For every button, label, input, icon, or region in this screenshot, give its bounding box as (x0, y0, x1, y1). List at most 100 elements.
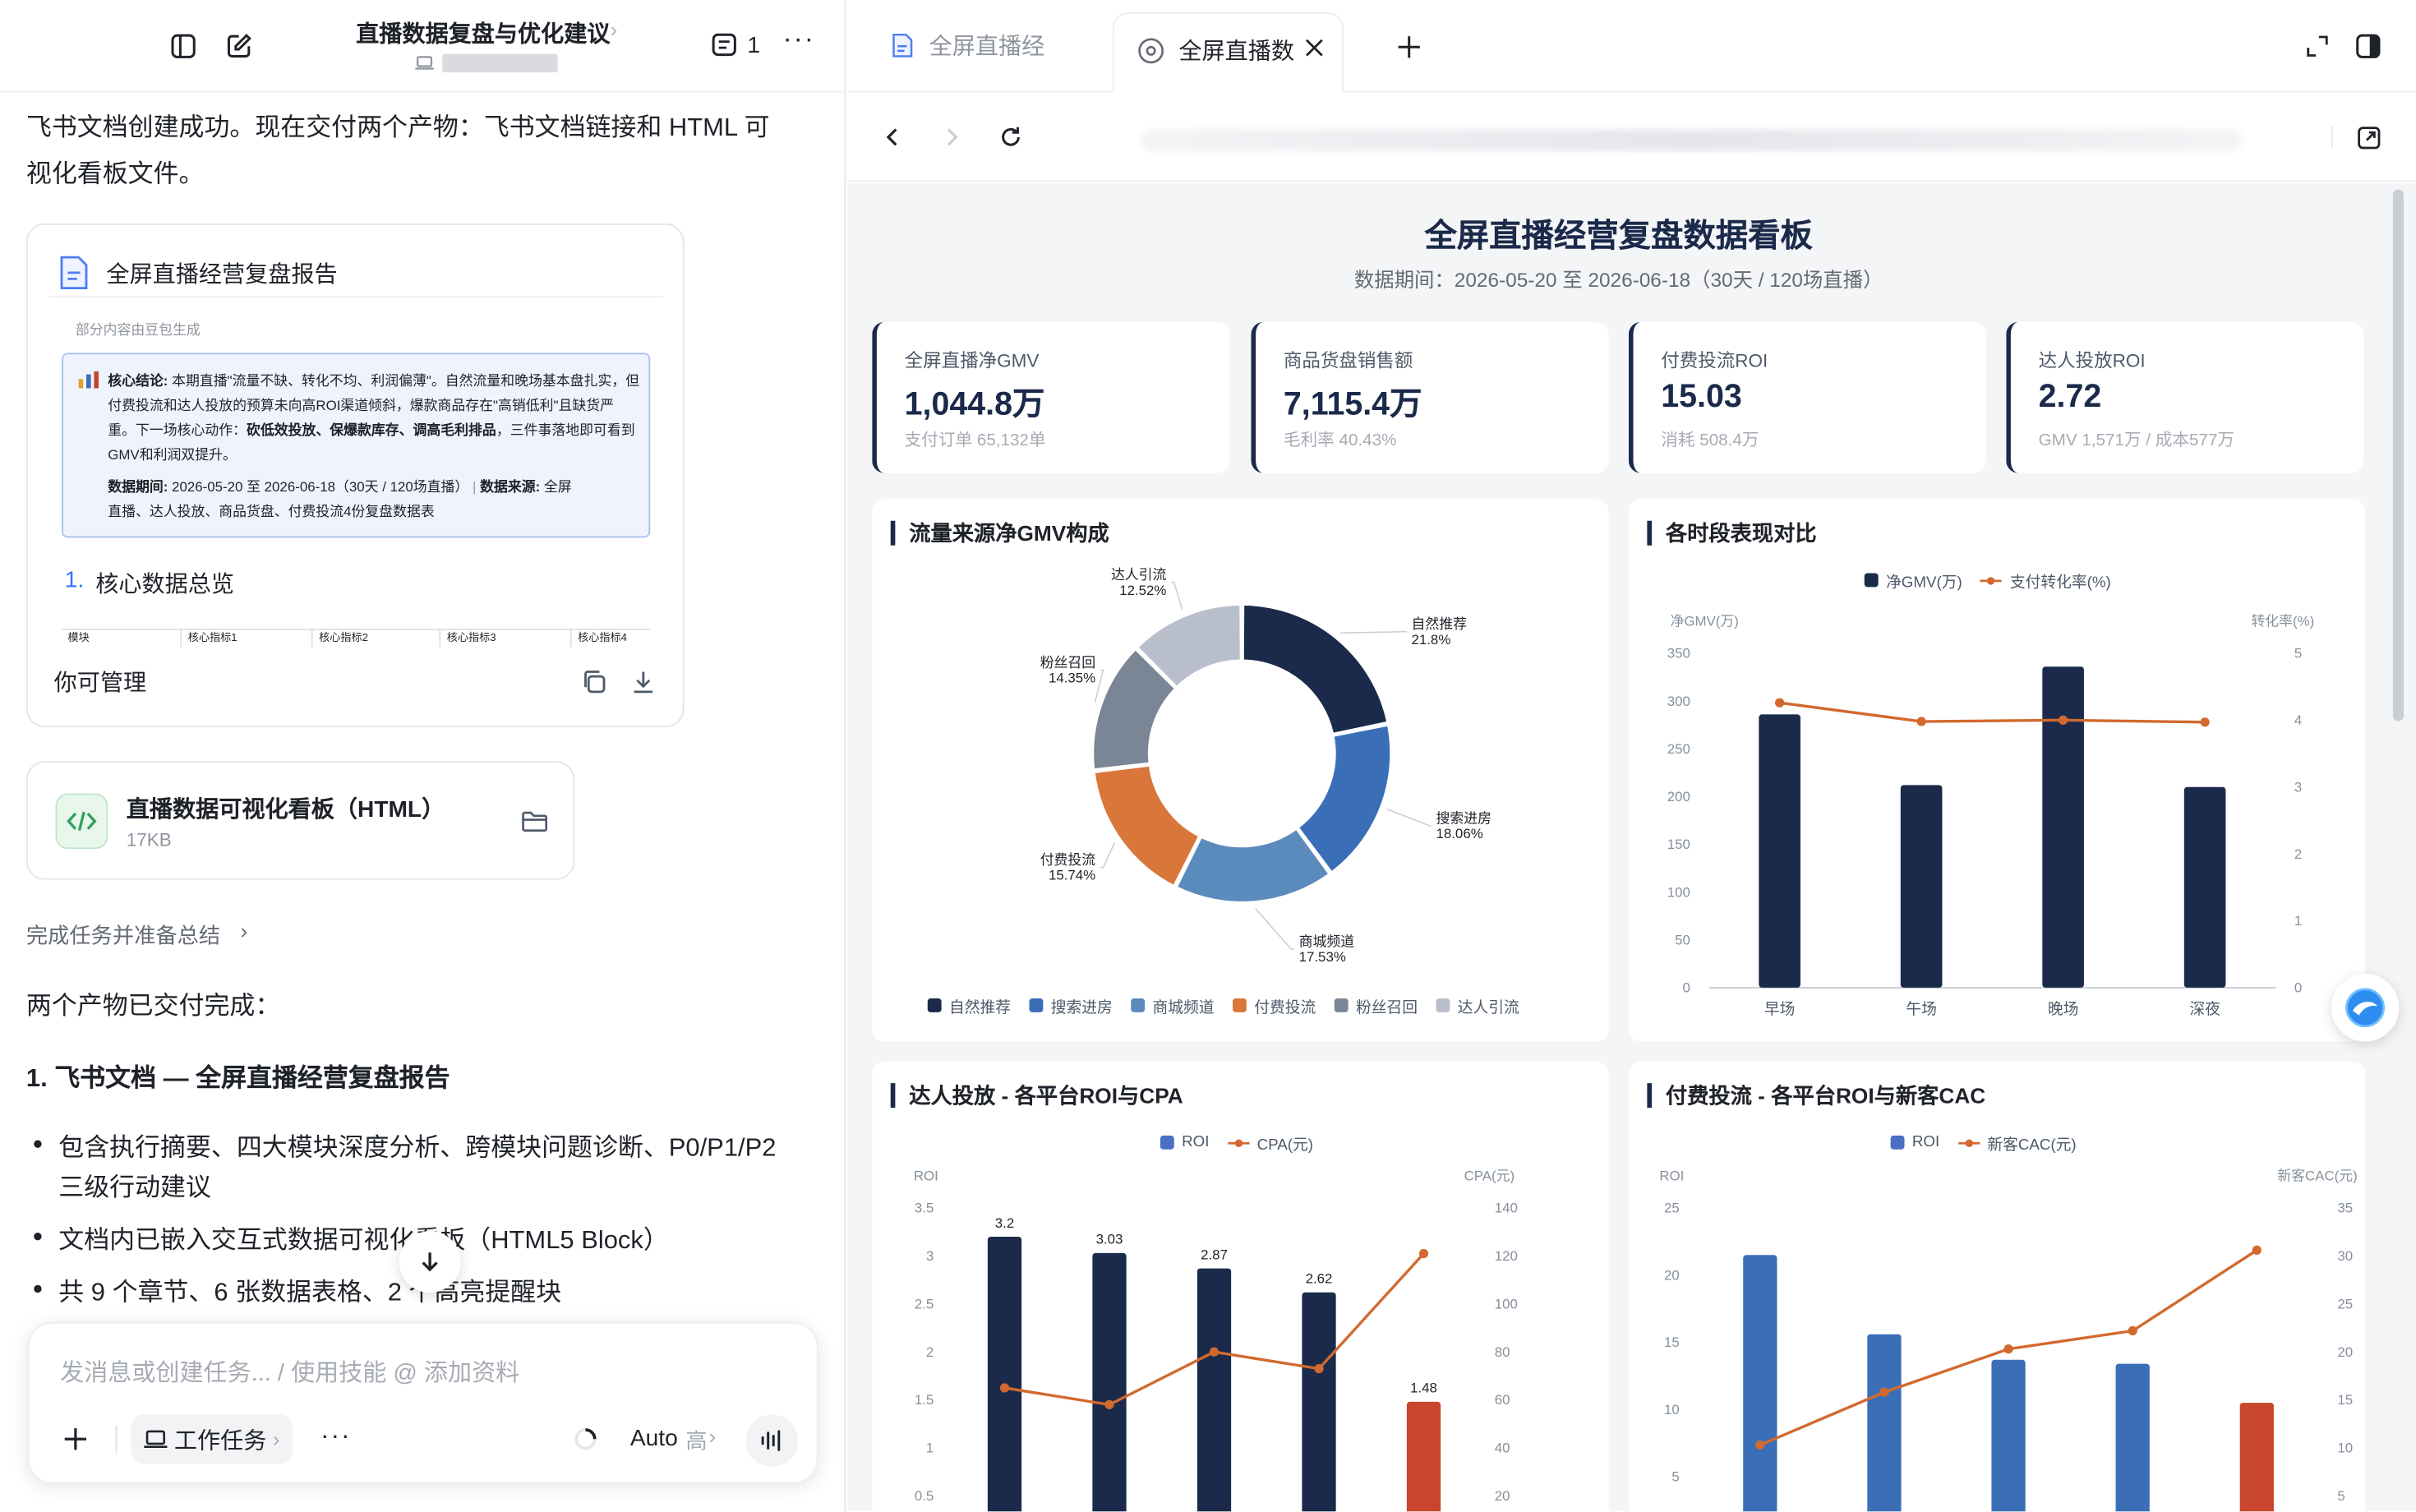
compass-icon (1138, 37, 1164, 63)
url-field[interactable] (1140, 129, 2243, 151)
back-icon[interactable] (874, 118, 911, 155)
voice-button[interactable] (745, 1414, 799, 1467)
copy-icon[interactable] (574, 662, 611, 699)
x-tick-label: 午场 (1906, 1000, 1937, 1017)
legend-label: 达人引流 (1457, 999, 1519, 1017)
bar (987, 1237, 1022, 1512)
comment-icon (712, 33, 736, 57)
bullet-1: 包含执行摘要、四大模块深度分析、跨模块问题诊断、P0/P1/P2 (58, 1134, 777, 1162)
slice-label: 粉丝召回 (1040, 655, 1095, 671)
plus-icon[interactable] (57, 1421, 94, 1458)
legend-item: 达人引流 (1436, 993, 1519, 1017)
kpi-label: 达人投放ROI (2038, 349, 2146, 371)
chevron-right-icon[interactable]: › (611, 17, 618, 42)
download-icon[interactable] (624, 662, 661, 699)
open-external-icon[interactable] (2349, 118, 2386, 155)
doc-icon (892, 33, 913, 58)
doc-card[interactable]: 全屏直播经营复盘报告 部分内容由豆包生成 核心结论: 本期直播"流量不缺、转化不… (25, 223, 685, 727)
source-label: 数据来源: (480, 479, 541, 495)
tab-1[interactable]: 全屏直播经 (889, 30, 1044, 62)
bar (2042, 666, 2084, 988)
model-selector[interactable]: Auto (630, 1425, 678, 1451)
summary-action: 砍低效投放、保爆款库存、调高毛利排 (247, 422, 482, 438)
bar (1406, 1401, 1441, 1512)
permission-label: 你可管理 (53, 670, 147, 697)
line-point (1314, 1363, 1324, 1374)
scroll-down-button[interactable] (399, 1231, 461, 1293)
summary-action-2: 品 (482, 422, 496, 438)
legend-swatch (1436, 998, 1450, 1012)
y2-axis-title: 新客CAC(元) (2277, 1168, 2357, 1183)
assistant-float-button[interactable] (2331, 974, 2400, 1042)
y-axis-title: 净GMV(万) (1671, 613, 1739, 629)
task-summary-link[interactable]: 完成任务并准备总结 (26, 920, 220, 951)
line-point (1879, 1387, 1889, 1397)
expand-icon[interactable] (2299, 28, 2336, 65)
paid-panel: 付费投流 - 各平台ROI与新客CAC ROI 新客CAC(元) ROI 新客CA… (1628, 1061, 2366, 1512)
kpi-label: 全屏直播净GMV (904, 349, 1040, 371)
y-tick-label: 100 (1667, 884, 1690, 900)
series-line (1779, 701, 2206, 724)
y-tick-label: 20 (1664, 1267, 1680, 1283)
model-level[interactable]: 高 (685, 1425, 707, 1456)
y-tick-label: 3 (926, 1248, 934, 1264)
more-icon[interactable]: ··· (783, 23, 815, 55)
x-tick-label: 晚场 (2048, 1000, 2079, 1017)
legend-swatch (1029, 998, 1044, 1012)
kpi-value: 15.03 (1661, 379, 1742, 415)
file-title: 直播数据可视化看板（HTML） (126, 796, 445, 823)
bullet-dot (34, 1233, 42, 1241)
y2-tick-label: 60 (1495, 1392, 1510, 1408)
bar-value-label: 2.87 (1201, 1247, 1228, 1262)
y-tick-label: 5 (1671, 1469, 1679, 1485)
comment-count-button[interactable]: 1 (710, 31, 760, 59)
bar (1092, 1252, 1127, 1512)
y-tick-label: 25 (1664, 1201, 1680, 1216)
new-tab-icon[interactable] (1390, 28, 1427, 65)
address-bar (847, 92, 2416, 182)
y-tick-label: 1.5 (915, 1392, 934, 1408)
close-icon[interactable] (1303, 37, 1325, 58)
y2-tick-label: 80 (1495, 1344, 1510, 1360)
bar (1991, 1359, 2026, 1512)
tab-bar: 全屏直播经 全屏直播数 (847, 0, 2416, 93)
file-card[interactable]: 直播数据可视化看板（HTML） 17KB (25, 761, 575, 880)
slice-label: 达人引流 (1111, 567, 1167, 583)
y2-tick-label: 40 (1495, 1441, 1510, 1456)
chat-header: 直播数据复盘与优化建议 › 1 ··· (0, 0, 846, 93)
intro-line-1: 飞书文档创建成功。现在交付两个产物：飞书文档链接和 HTML 可 (25, 113, 770, 142)
bar-value-label: 1.48 (1410, 1381, 1437, 1396)
chat-pane: 直播数据复盘与优化建议 › 1 ··· 飞书文档创建成功。现在交付两个产物：飞书… (0, 0, 846, 1512)
folder-icon[interactable] (516, 803, 553, 840)
source-value: 全屏 (543, 479, 572, 495)
work-task-chip[interactable]: 工作任务 › (131, 1414, 293, 1464)
tab-1-label: 全屏直播经 (929, 34, 1045, 61)
arrow-down-icon (422, 1252, 438, 1272)
panel-title: 各时段表现对比 (1647, 520, 1817, 546)
doc-title[interactable]: 直播数据复盘与优化建议 (356, 17, 610, 49)
tab-2-active[interactable]: 全屏直播数 (1112, 12, 1344, 93)
y2-tick-label: 20 (1495, 1488, 1510, 1504)
bar-value-label: 3.2 (995, 1215, 1014, 1231)
kol-legend: ROI CPA(元) (1160, 1131, 1313, 1154)
y2-tick-label: 3 (2294, 779, 2302, 795)
label-leader (1171, 582, 1183, 611)
legend-item: 粉丝召回 (1334, 993, 1418, 1017)
kol-chart: ROI CPA(元) 0.5 1 1.5 2 2.5 3 3.5 20 40 60 80 100 120 14… (914, 1168, 1518, 1512)
forward-icon[interactable] (934, 118, 971, 155)
y-tick-label: 15 (1664, 1335, 1680, 1350)
message-input[interactable]: 发消息或创建任务... / 使用技能 @ 添加资料 (60, 1354, 519, 1388)
new-chat-icon[interactable] (220, 28, 257, 65)
kol-panel: 达人投放 - 各平台ROI与CPA ROI CPA(元) ROI CPA(元) 0.… (872, 1061, 1609, 1512)
line-point (1755, 1440, 1765, 1450)
y-tick-label: 300 (1667, 694, 1690, 709)
reload-icon[interactable] (993, 118, 1030, 155)
split-view-icon[interactable] (2349, 28, 2386, 65)
sidebar-toggle-icon[interactable] (165, 28, 202, 65)
legend-label: 搜索进房 (1050, 999, 1113, 1017)
x-tick-label: 深夜 (2189, 1000, 2220, 1017)
scrollbar-thumb[interactable] (2392, 189, 2404, 721)
more-icon[interactable]: ··· (320, 1421, 351, 1452)
section-num: 1. (64, 567, 85, 593)
y2-tick-label: 4 (2294, 712, 2302, 728)
